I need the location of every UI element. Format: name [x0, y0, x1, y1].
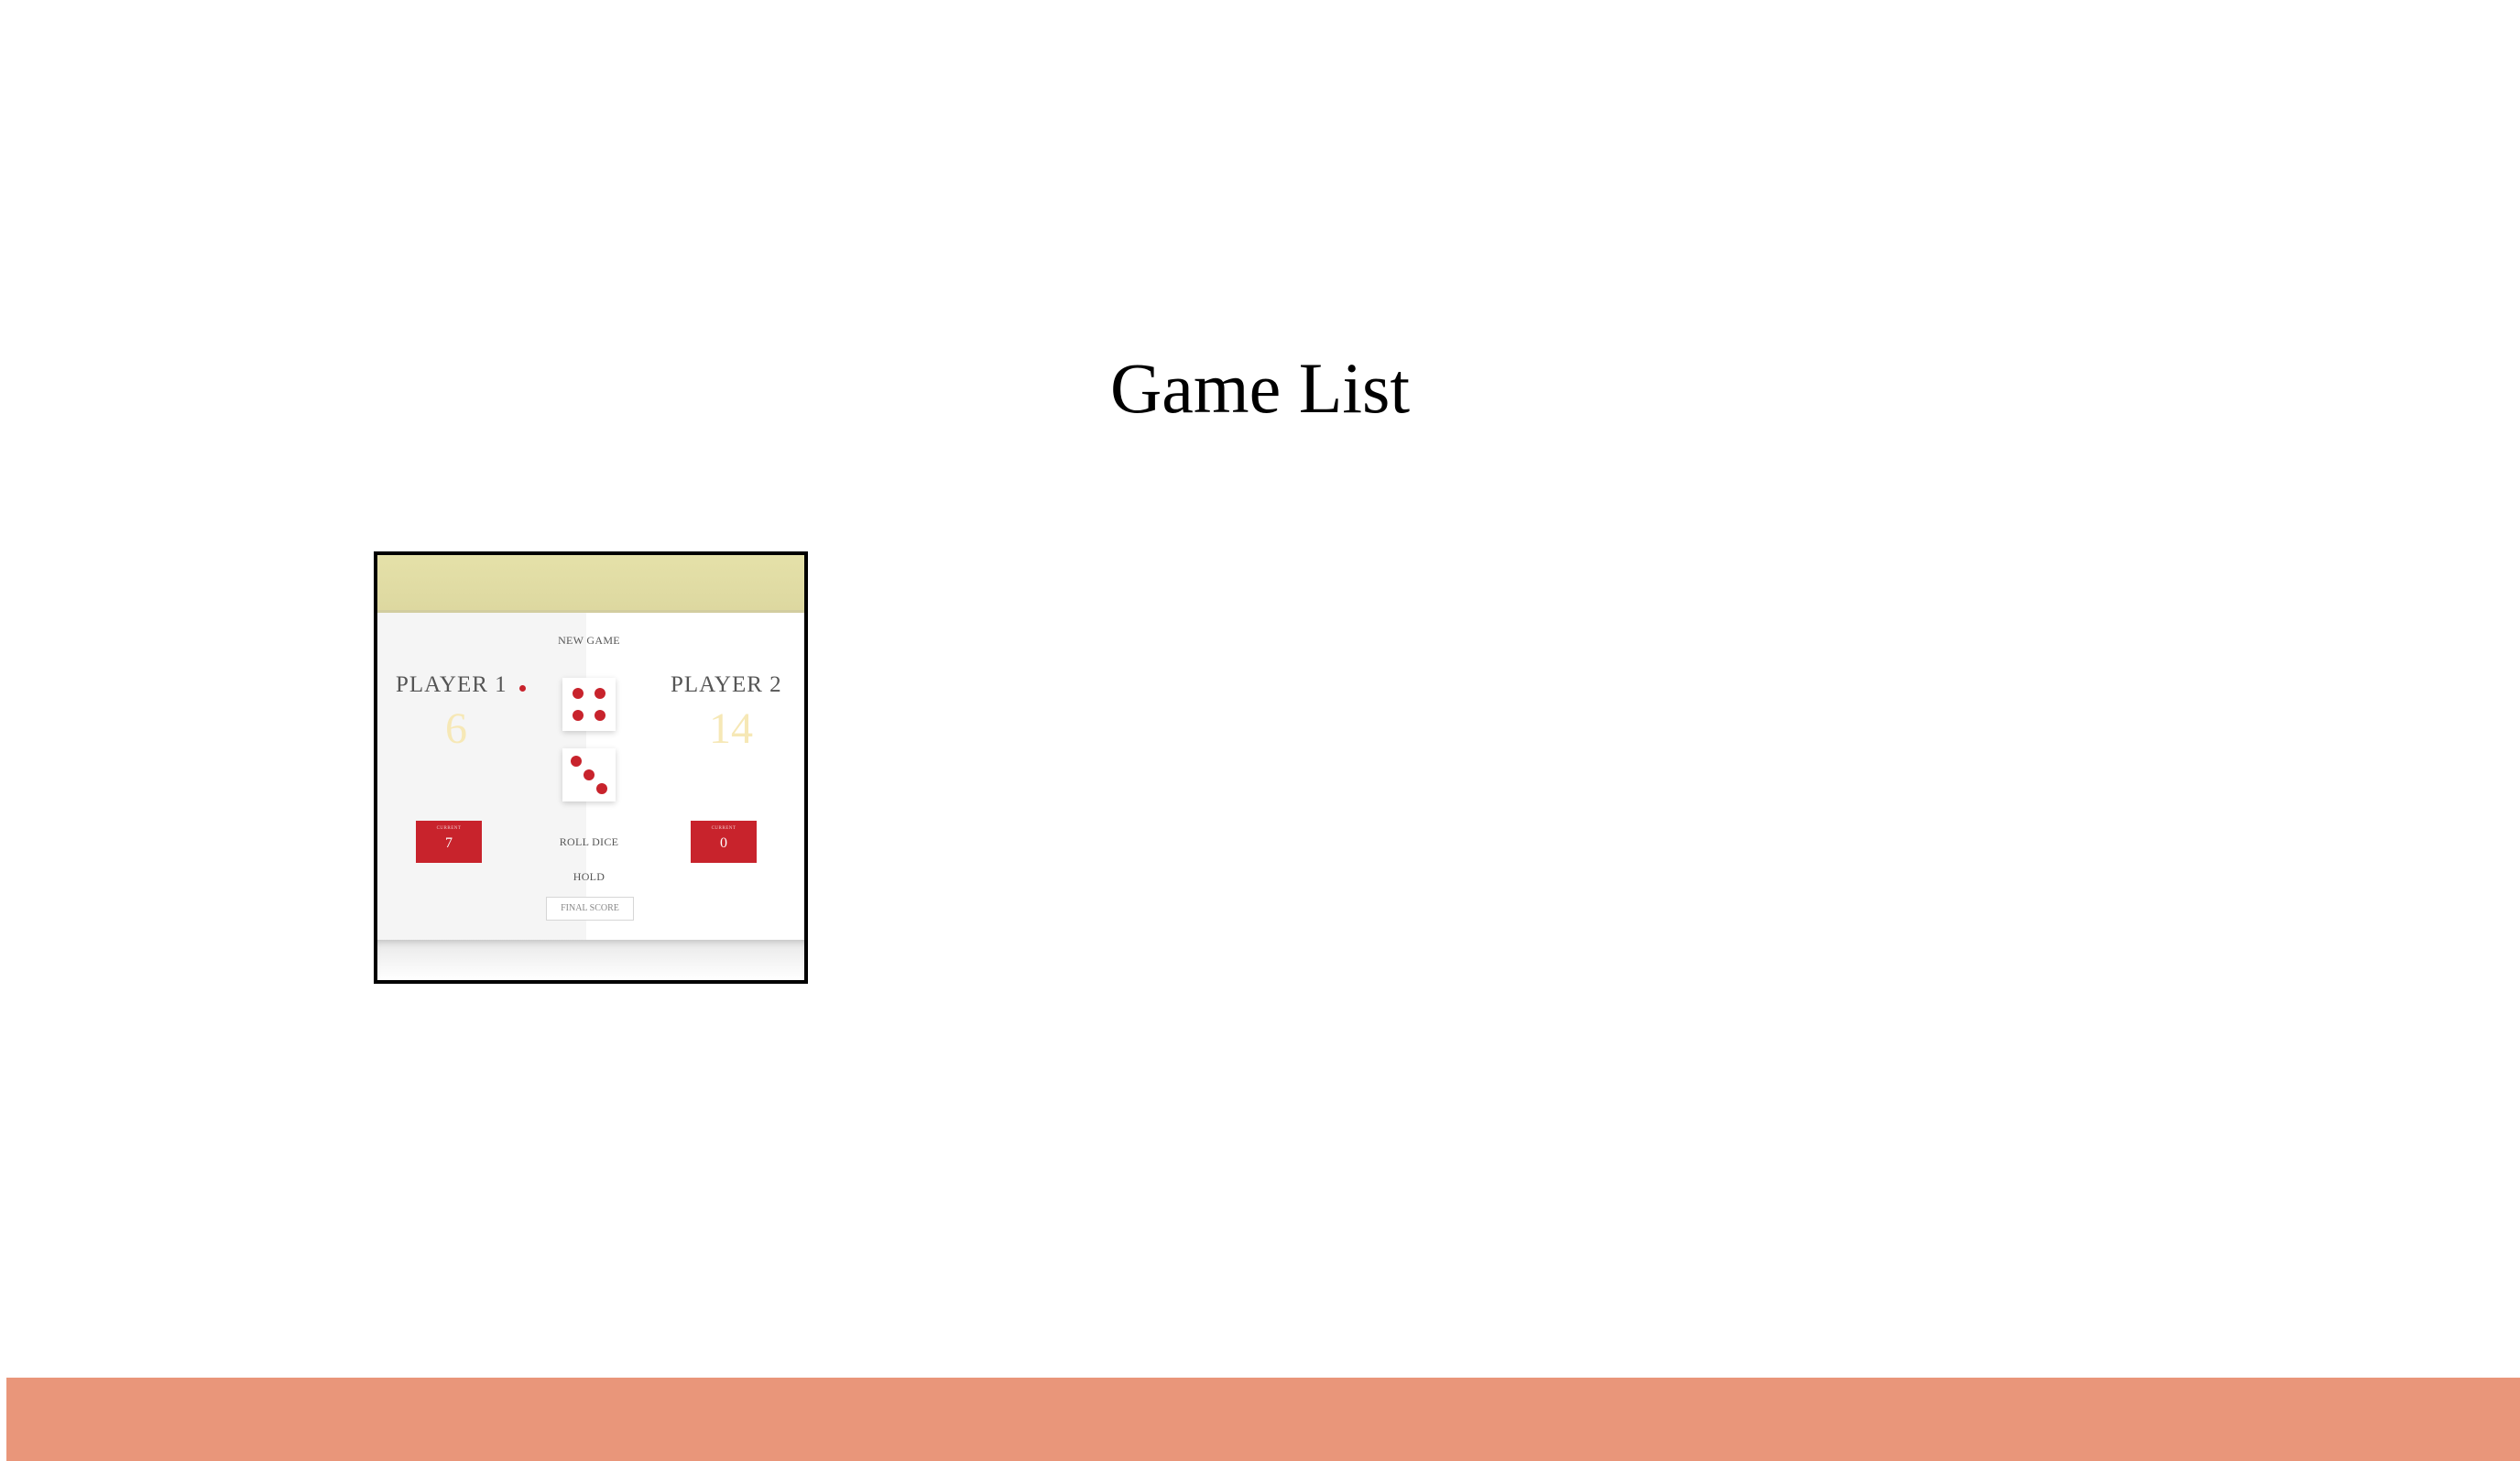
- game-list-page: Game List PLAYER 1 6 PLAYER 2 14 NEW GAM…: [0, 0, 2520, 1461]
- game-thumbnail-topbar: [377, 555, 804, 613]
- die-pip: [596, 783, 607, 794]
- player2-score: 14: [709, 704, 753, 753]
- player2-current-value: 0: [720, 835, 727, 851]
- die-pip: [584, 769, 595, 780]
- die-pip: [595, 710, 605, 721]
- player1-current-box: CURRENT 7: [416, 821, 482, 863]
- final-score-input: FINAL SCORE: [546, 897, 634, 921]
- die-pip: [573, 688, 584, 699]
- roll-dice-button: ROLL DICE: [559, 835, 619, 848]
- game-thumbnail-bottom: [377, 940, 804, 980]
- footer-band: [6, 1378, 2520, 1461]
- player1-current-label: CURRENT: [436, 826, 462, 831]
- hold-button: HOLD: [573, 870, 605, 883]
- game-card-pig-dice[interactable]: PLAYER 1 6 PLAYER 2 14 NEW GAME ROLL DIC…: [374, 551, 808, 984]
- page-title: Game List: [1109, 348, 1411, 428]
- player1-panel: [377, 613, 586, 940]
- die-2: [562, 748, 616, 801]
- player2-current-box: CURRENT 0: [691, 821, 757, 863]
- player1-current-value: 7: [445, 835, 453, 851]
- active-player-dot: [519, 685, 526, 692]
- player1-score: 6: [445, 704, 467, 753]
- die-pip: [573, 710, 584, 721]
- die-pip: [595, 688, 605, 699]
- player1-name: PLAYER 1: [396, 672, 507, 697]
- die-1: [562, 678, 616, 731]
- new-game-button: NEW GAME: [558, 634, 620, 647]
- player2-name: PLAYER 2: [671, 672, 782, 697]
- player2-current-label: CURRENT: [711, 826, 736, 831]
- die-pip: [571, 756, 582, 767]
- player2-panel: [586, 613, 804, 940]
